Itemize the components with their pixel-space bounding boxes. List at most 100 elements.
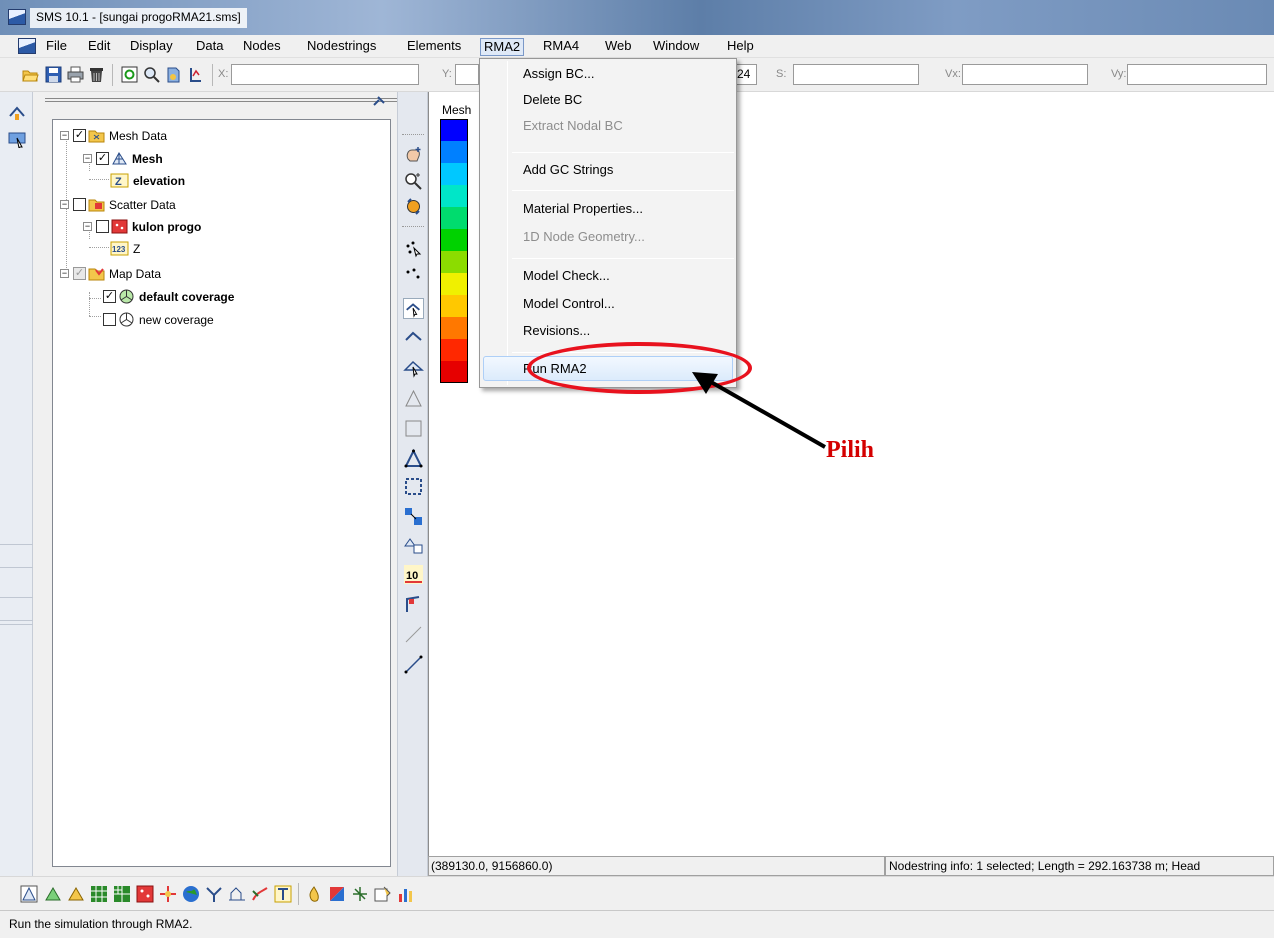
map-module-icon[interactable] bbox=[159, 885, 177, 903]
menu-item-add-gc-strings[interactable]: Add GC Strings bbox=[523, 159, 613, 181]
line-tool-icon[interactable] bbox=[403, 624, 424, 645]
select-point-icon[interactable] bbox=[403, 594, 424, 615]
tree-item-default-coverage[interactable]: ✓ default coverage bbox=[103, 287, 234, 305]
legend-color-swatch bbox=[440, 141, 468, 163]
menu-rma2[interactable]: RMA2 bbox=[480, 38, 525, 56]
create-quad-icon[interactable] bbox=[403, 476, 424, 497]
strip-divider bbox=[0, 624, 33, 625]
menu-file[interactable]: File bbox=[43, 38, 70, 56]
y-coordinate-field[interactable] bbox=[455, 64, 479, 85]
select-mesh-icon[interactable] bbox=[403, 506, 424, 527]
visibility-checkbox[interactable] bbox=[103, 313, 116, 327]
visibility-checkbox[interactable]: ✓ bbox=[73, 267, 86, 281]
select-nodestring-icon[interactable] bbox=[403, 298, 424, 319]
data-calculator-icon[interactable] bbox=[328, 885, 346, 903]
create-nodestring-icon[interactable] bbox=[403, 326, 424, 347]
s-field[interactable] bbox=[793, 64, 919, 85]
select-nodes-icon[interactable] bbox=[403, 238, 424, 259]
visibility-checkbox[interactable]: ✓ bbox=[96, 152, 109, 166]
menu-display[interactable]: Display bbox=[127, 38, 176, 56]
triangle-element-icon[interactable] bbox=[403, 388, 424, 409]
merge-elements-icon[interactable] bbox=[403, 534, 424, 555]
menu-nodes[interactable]: Nodes bbox=[240, 38, 284, 56]
svg-text:123: 123 bbox=[112, 245, 126, 254]
tree-item-z[interactable]: 123 Z bbox=[110, 239, 140, 257]
z-coordinate-field[interactable]: 24 bbox=[737, 64, 757, 85]
display-options-icon[interactable] bbox=[165, 66, 182, 83]
rotate-tool-icon[interactable] bbox=[403, 196, 424, 217]
panel-grip[interactable] bbox=[45, 98, 402, 102]
pan-tool-icon[interactable] bbox=[403, 144, 424, 165]
create-nodes-icon[interactable] bbox=[403, 264, 424, 285]
plot-wizard-icon[interactable] bbox=[397, 885, 415, 903]
1d-grid-module-icon[interactable] bbox=[228, 885, 246, 903]
print-icon[interactable] bbox=[67, 66, 84, 83]
refresh-icon[interactable] bbox=[121, 66, 138, 83]
quad-element-icon[interactable] bbox=[403, 418, 424, 439]
system-menu-icon[interactable] bbox=[18, 38, 36, 54]
visibility-checkbox[interactable] bbox=[96, 220, 109, 234]
visibility-checkbox[interactable] bbox=[73, 198, 86, 212]
project-tree[interactable]: − ✓ Mesh Data − ✓ Mesh Zelevation − Scatter D… bbox=[52, 119, 391, 867]
menu-data[interactable]: Data bbox=[193, 38, 226, 56]
generic-model-icon[interactable] bbox=[274, 885, 292, 903]
x-coordinate-field[interactable] bbox=[231, 64, 419, 85]
pin-icon[interactable] bbox=[372, 95, 386, 107]
menu-web[interactable]: Web bbox=[602, 38, 635, 56]
create-triangle-icon[interactable] bbox=[403, 448, 424, 469]
collapse-icon[interactable]: − bbox=[83, 154, 92, 164]
get-info-icon[interactable] bbox=[187, 66, 204, 83]
annotation-module-icon[interactable] bbox=[251, 885, 269, 903]
color-options-icon[interactable] bbox=[305, 885, 323, 903]
contour-label-icon[interactable]: 10 bbox=[403, 564, 424, 585]
vy-field[interactable] bbox=[1127, 64, 1267, 85]
tree-item-new-coverage[interactable]: new coverage bbox=[103, 310, 214, 328]
open-folder-icon[interactable] bbox=[22, 66, 39, 83]
tree-item-mesh[interactable]: − ✓ Mesh bbox=[83, 149, 163, 167]
coordinate-transform-icon[interactable] bbox=[351, 885, 369, 903]
scatter-data-module-icon[interactable] bbox=[136, 885, 154, 903]
select-tool-icon[interactable] bbox=[8, 132, 26, 148]
menu-item-model-check[interactable]: Model Check... bbox=[523, 265, 610, 287]
frame-zoom-icon[interactable] bbox=[143, 66, 160, 83]
tree-item-elevation[interactable]: Zelevation bbox=[110, 171, 185, 189]
menu-rma4[interactable]: RMA4 bbox=[540, 38, 582, 56]
menu-help[interactable]: Help bbox=[724, 38, 757, 56]
menu-edit[interactable]: Edit bbox=[85, 38, 113, 56]
tree-item-mesh-data[interactable]: − ✓ Mesh Data bbox=[60, 126, 167, 144]
vx-field[interactable] bbox=[962, 64, 1088, 85]
collapse-icon[interactable]: − bbox=[60, 131, 69, 141]
delete-trash-icon[interactable] bbox=[88, 66, 105, 83]
menu-item-model-control[interactable]: Model Control... bbox=[523, 293, 615, 315]
collapse-icon[interactable]: − bbox=[60, 269, 69, 279]
zoom-tool-icon[interactable] bbox=[403, 170, 424, 191]
menu-window[interactable]: Window bbox=[650, 38, 702, 56]
visibility-checkbox[interactable]: ✓ bbox=[73, 129, 86, 143]
menu-item-material-properties[interactable]: Material Properties... bbox=[523, 198, 643, 220]
menu-nodestrings[interactable]: Nodestrings bbox=[304, 38, 379, 56]
collapse-icon[interactable]: − bbox=[60, 200, 69, 210]
quadtree-module-icon[interactable] bbox=[113, 885, 131, 903]
menu-elements[interactable]: Elements bbox=[404, 38, 464, 56]
tree-item-scatter-data[interactable]: − Scatter Data bbox=[60, 195, 176, 213]
grid-module-icon[interactable] bbox=[90, 885, 108, 903]
save-icon[interactable] bbox=[45, 66, 62, 83]
legend-color-swatch bbox=[440, 295, 468, 317]
select-element-icon[interactable] bbox=[403, 358, 424, 379]
menu-item-revisions[interactable]: Revisions... bbox=[523, 320, 590, 342]
collapse-icon[interactable]: − bbox=[83, 222, 92, 232]
scatter-module-icon[interactable] bbox=[67, 885, 85, 903]
menu-item-delete-bc[interactable]: Delete BC bbox=[523, 89, 582, 111]
tree-item-map-data[interactable]: − ✓ Map Data bbox=[60, 264, 161, 282]
create-line-icon[interactable] bbox=[403, 654, 424, 675]
properties-icon[interactable] bbox=[374, 885, 392, 903]
visibility-checkbox[interactable]: ✓ bbox=[103, 290, 116, 304]
tree-item-kulon-progo[interactable]: − kulon progo bbox=[83, 217, 201, 235]
menu-item-assign-bc[interactable]: Assign BC... bbox=[523, 63, 595, 85]
mesh-module-icon[interactable] bbox=[20, 885, 38, 903]
orbit-tool-icon[interactable] bbox=[8, 106, 26, 122]
cartesian-grid-module-icon[interactable] bbox=[44, 885, 62, 903]
particle-module-icon[interactable] bbox=[205, 885, 223, 903]
menu-separator bbox=[512, 152, 734, 153]
gis-module-icon[interactable] bbox=[182, 885, 200, 903]
